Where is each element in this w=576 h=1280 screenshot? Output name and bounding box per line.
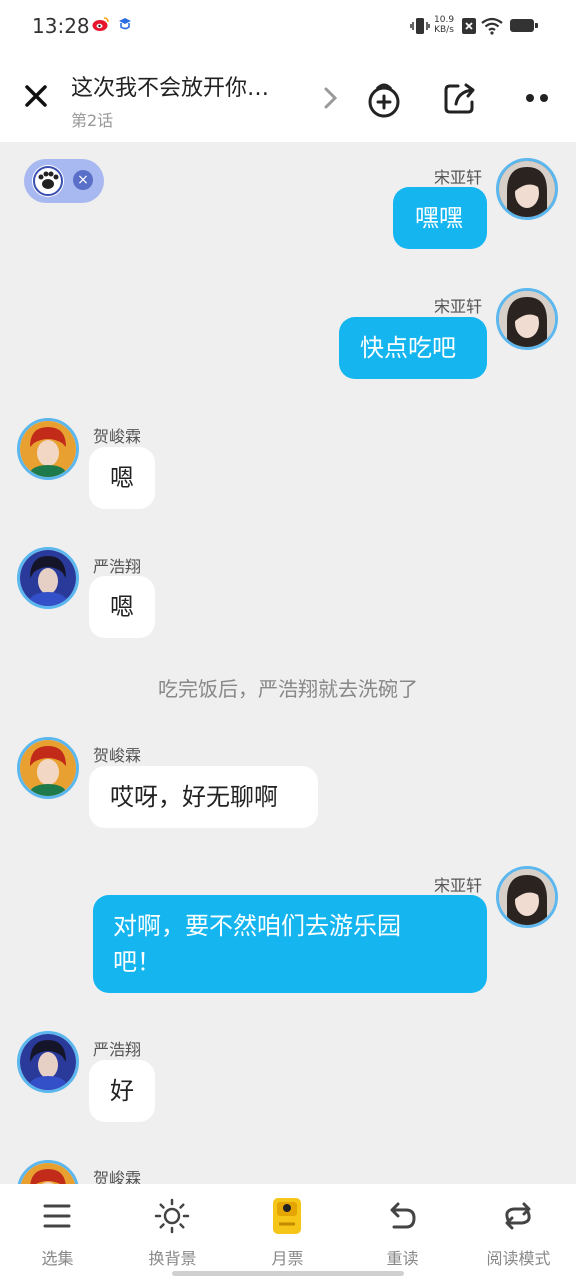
nav-item-episodes[interactable]: 选集 [0,1184,115,1280]
chat-bubble[interactable]: 对啊，要不然咱们去游乐园 吧！ [93,895,487,993]
chevron-right-icon[interactable] [320,84,340,116]
share-button[interactable] [438,76,482,120]
undo-icon [390,1202,416,1229]
wifi-icon [480,17,504,39]
chat-bubble-line: 对啊，要不然咱们去游乐园 [113,912,401,940]
add-bag-button[interactable] [362,76,406,120]
battery-icon [510,19,538,32]
nav-label: 换背景 [148,1249,197,1268]
app-notify-icon [118,16,132,36]
loop-icon [505,1202,531,1230]
net-speed-unit: KB/s [434,25,454,35]
nav-label: 月票 [271,1249,304,1268]
avatar[interactable] [496,288,558,350]
vibrate-icon [410,17,430,39]
speaker-name: 宋亚轩 [433,876,482,895]
nav-item-reading-mode[interactable]: 阅读模式 [461,1184,576,1280]
chat-bubble[interactable]: 嗯 [89,576,155,638]
weibo-icon [92,16,110,36]
narration-text: 吃完饭后，严浩翔就去洗碗了 [158,677,418,701]
page-title[interactable]: 这次我不会放开你… [71,70,311,102]
avatar[interactable] [17,547,79,609]
nav-item-reread[interactable]: 重读 [345,1184,460,1280]
net-speed-value: 10.9 [434,15,455,25]
paw-icon [32,165,64,197]
chat-bubble[interactable]: 嘿嘿 [393,187,487,249]
nav-item-background[interactable]: 换背景 [115,1184,230,1280]
episode-label: 第2话 [71,111,114,130]
avatar[interactable] [496,158,558,220]
close-icon[interactable] [20,80,52,112]
ticket-icon [273,1198,301,1234]
chat-bubble[interactable]: 快点吃吧 [339,317,487,379]
nav-label: 阅读模式 [486,1249,551,1268]
chip-close-icon[interactable]: × [73,170,93,190]
speaker-name: 严浩翔 [93,557,142,576]
nav-label: 选集 [41,1249,74,1268]
avatar[interactable] [17,737,79,799]
chat-bubble[interactable]: 哎呀，好无聊啊 [89,766,318,828]
speaker-name: 宋亚轩 [433,168,482,187]
avatar[interactable] [496,866,558,928]
speaker-name: 贺峻霖 [93,427,142,446]
nav-label: 重读 [386,1249,419,1268]
speaker-name: 贺峻霖 [93,746,142,765]
home-indicator[interactable] [172,1271,404,1276]
avatar[interactable] [17,418,79,480]
avatar[interactable] [17,1031,79,1093]
chat-bubble[interactable]: 嗯 [89,447,155,509]
nav-item-monthly-ticket[interactable]: 月票 [230,1184,345,1280]
speaker-name: 宋亚轩 [433,297,482,316]
speaker-name: 严浩翔 [93,1040,142,1059]
status-bar: 13:28 10.9 KB/s [0,0,576,56]
list-icon [43,1204,71,1228]
chat-bubble[interactable]: 好 [89,1060,155,1122]
sun-icon [154,1198,190,1234]
sim-off-icon [462,18,476,38]
header: 这次我不会放开你… 第2话 [0,56,576,142]
status-time: 13:28 [32,14,90,38]
net-speed: 10.9 KB/s [434,15,454,35]
more-icon[interactable] [516,76,560,120]
bottom-nav: 选集 换背景 月票 重读 阅读模式 [0,1184,576,1280]
chat-bubble-line: 吧！ [113,948,161,976]
